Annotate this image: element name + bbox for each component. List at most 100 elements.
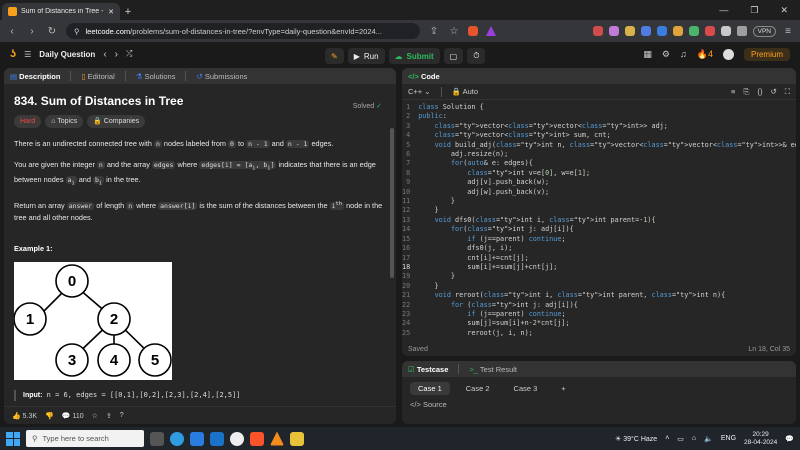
code-line[interactable]: void build_adj(class="ty">int n, class="…: [418, 141, 796, 150]
code-line[interactable]: adj[v].push_back(w);: [418, 178, 796, 187]
timer-icon[interactable]: ⏱: [467, 48, 486, 64]
share-icon[interactable]: ⇪: [428, 26, 440, 37]
windows-start-icon[interactable]: [6, 431, 20, 446]
submit-button[interactable]: ☁ Submit: [388, 48, 440, 64]
code-line[interactable]: sum[i]+=sum[j]+cnt[j];: [418, 263, 796, 272]
run-button[interactable]: ▶ Run: [347, 48, 385, 64]
brave-browser-icon[interactable]: [250, 431, 264, 446]
weather-widget[interactable]: ☀ 39°C Haze: [615, 435, 657, 443]
code-line[interactable]: adj.resize(n);: [418, 150, 796, 159]
close-window-icon[interactable]: ✕: [780, 5, 788, 16]
extension-icon[interactable]: [624, 26, 635, 36]
share-icon[interactable]: ⇪: [106, 412, 112, 420]
leetcode-logo-icon[interactable]: ʖ: [10, 48, 16, 60]
forward-icon[interactable]: ›: [26, 26, 38, 37]
back-icon[interactable]: ‹: [6, 26, 18, 37]
code-line[interactable]: dfs0(j, i);: [418, 244, 796, 253]
comments-button[interactable]: 💬 110: [62, 412, 84, 420]
tab-solutions[interactable]: ⚗ Solutions: [136, 72, 176, 81]
battery-icon[interactable]: ▭: [677, 435, 684, 443]
extensions-puzzle-icon[interactable]: [720, 26, 731, 36]
case-tab[interactable]: Case 2: [458, 382, 498, 395]
bookmark-star-icon[interactable]: ☆: [448, 26, 460, 37]
extension-icon[interactable]: [592, 26, 603, 36]
mail-icon[interactable]: [210, 431, 224, 446]
new-tab-button[interactable]: +: [120, 3, 136, 20]
code-line[interactable]: }: [418, 282, 796, 291]
code-line[interactable]: class="ty">vector<class="ty">vector<clas…: [418, 122, 796, 131]
browser-tab[interactable]: Sum of Distances in Tree - Leet ✕: [2, 3, 120, 20]
page-title[interactable]: 834. Sum of Distances in Tree: [14, 95, 386, 107]
bookmark-icon[interactable]: ⎘: [743, 87, 749, 97]
code-tab[interactable]: </> Code: [408, 72, 440, 81]
braces-icon[interactable]: {}: [757, 87, 762, 97]
fullscreen-icon[interactable]: ⛶: [785, 87, 790, 97]
code-line[interactable]: if (j==parent) continue;: [418, 310, 796, 319]
reload-icon[interactable]: ↻: [46, 26, 58, 37]
extension-icon[interactable]: [656, 26, 667, 36]
code-line[interactable]: class="ty">int v=e[0], w=e[1];: [418, 169, 796, 178]
code-line[interactable]: void reroot(class="ty">int i, class="ty"…: [418, 291, 796, 300]
code-line[interactable]: class Solution {: [418, 103, 796, 112]
code-line[interactable]: cnt[i]+=cnt[j];: [418, 254, 796, 263]
network-icon[interactable]: ⌂: [692, 435, 696, 442]
companies-button[interactable]: 🔒 Companies: [87, 115, 146, 128]
settings-gear-icon[interactable]: ⚙: [662, 49, 670, 60]
code-line[interactable]: }: [418, 272, 796, 281]
dell-icon[interactable]: [230, 431, 244, 446]
extension-icon[interactable]: [704, 26, 715, 36]
language-select[interactable]: C++ ⌄: [408, 87, 431, 96]
code-line[interactable]: }: [418, 197, 796, 206]
vlc-icon[interactable]: [270, 431, 284, 446]
extension-icon[interactable]: [688, 26, 699, 36]
tab-description[interactable]: ▤ Description: [10, 72, 60, 81]
volume-icon[interactable]: 🔈: [704, 435, 713, 443]
code-line[interactable]: class="ty">vector<class="ty">int> sum, c…: [418, 131, 796, 140]
code-editor[interactable]: 1 2 3 4 5 6 7 8 9 10 11 12 13 14 15 16 17 18 19 20 21 22 23 24 2…: [402, 100, 796, 338]
task-view-icon[interactable]: [150, 431, 164, 446]
tab-test-result[interactable]: >_ Test Result: [469, 365, 517, 374]
code-line[interactable]: sum[j]=sum[i]+n-2*cnt[j];: [418, 319, 796, 328]
dislike-icon[interactable]: 👎: [45, 412, 54, 420]
minimize-icon[interactable]: —: [719, 5, 728, 15]
sidebar-icon[interactable]: [736, 26, 747, 36]
notes-icon[interactable]: ▢: [443, 48, 464, 64]
shuffle-icon[interactable]: ⤮: [126, 49, 132, 59]
help-icon[interactable]: ?: [120, 412, 124, 419]
edge-icon[interactable]: [170, 431, 184, 446]
menu-icon[interactable]: ≡: [782, 26, 794, 37]
format-icon[interactable]: ≡: [731, 87, 735, 97]
code-line[interactable]: public:: [418, 112, 796, 121]
code-line[interactable]: adj[w].push_back(v);: [418, 188, 796, 197]
brave-shield-icon[interactable]: [468, 26, 478, 36]
tab-testcase[interactable]: ☑ Testcase: [408, 365, 448, 374]
code-line[interactable]: void dfs0(class="ty">int i, class="ty">i…: [418, 216, 796, 225]
case-tab[interactable]: Case 1: [410, 382, 450, 395]
tab-submissions[interactable]: ↺ Submissions: [196, 72, 247, 81]
language-indicator[interactable]: ENG: [721, 435, 736, 442]
prev-problem-icon[interactable]: ‹: [103, 49, 106, 60]
like-button[interactable]: 👍 5.3K: [12, 412, 37, 420]
close-tab-icon[interactable]: ✕: [108, 8, 114, 16]
source-toggle[interactable]: </> Source: [402, 400, 796, 409]
tab-editorial[interactable]: ▯ Editorial: [81, 72, 114, 81]
code-line[interactable]: if (j==parent) continue;: [418, 235, 796, 244]
reset-icon[interactable]: ↺: [770, 87, 776, 97]
code-line[interactable]: for(class="ty">int j: adj[i]){: [418, 225, 796, 234]
layout-icon[interactable]: ▦: [643, 49, 652, 60]
extension-icon[interactable]: [672, 26, 683, 36]
scrollbar[interactable]: [390, 128, 394, 278]
site-info-icon[interactable]: ⚲: [74, 27, 80, 36]
avatar[interactable]: [722, 48, 734, 60]
favorite-star-icon[interactable]: ☆: [92, 412, 98, 420]
brave-rewards-icon[interactable]: [486, 26, 496, 36]
notification-bell-icon[interactable]: ♫: [680, 49, 687, 59]
maximize-icon[interactable]: ❐: [750, 5, 758, 16]
next-problem-icon[interactable]: ›: [115, 49, 118, 60]
vpn-button[interactable]: VPN: [752, 25, 776, 37]
problem-list-icon[interactable]: ☰: [24, 50, 31, 59]
code-line[interactable]: for (class="ty">int j: adj[i]){: [418, 301, 796, 310]
code-line[interactable]: reroot(j, i, n);: [418, 329, 796, 338]
code-line[interactable]: for(auto& e: edges){: [418, 159, 796, 168]
topics-button[interactable]: ⌂ Topics: [45, 115, 84, 128]
